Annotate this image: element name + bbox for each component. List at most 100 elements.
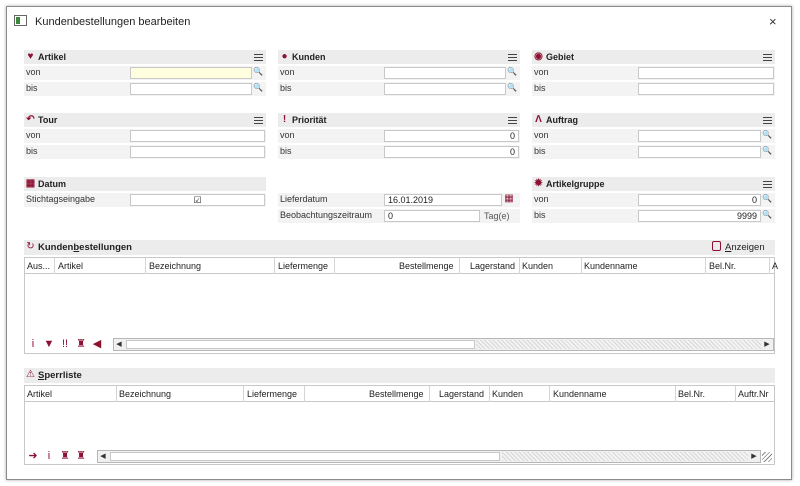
- column-header[interactable]: Lagerstand: [439, 389, 484, 399]
- column-header[interactable]: Aus...: [27, 261, 50, 271]
- lieferdatum-input[interactable]: 16.01.2019: [384, 194, 502, 206]
- prioritaet-von-input[interactable]: 0: [384, 130, 519, 142]
- sperrliste-columns: Artikel Bezeichnung Liefermenge Bestellm…: [25, 386, 774, 402]
- resize-grip-icon[interactable]: [762, 452, 772, 462]
- calendar-icon[interactable]: ▦: [504, 194, 514, 204]
- column-header[interactable]: Liefermenge: [247, 389, 297, 399]
- column-header[interactable]: Artikel: [58, 261, 83, 271]
- calendar-icon: ▦: [25, 178, 36, 189]
- priority-icon[interactable]: !!: [59, 338, 71, 351]
- tour-menu-icon[interactable]: [254, 115, 263, 124]
- gebiet-von-label: von: [534, 67, 549, 77]
- scroll-right-icon[interactable]: ▶: [762, 339, 772, 350]
- column-header[interactable]: Bestellmenge: [369, 389, 424, 399]
- warning-icon: ⚠: [26, 369, 35, 380]
- artikel-bis-label: bis: [26, 83, 38, 93]
- info-icon[interactable]: i: [27, 338, 39, 351]
- artikelgruppe-menu-icon[interactable]: [763, 179, 772, 188]
- prioritaet-bis-input[interactable]: 0: [384, 146, 519, 158]
- auftrag-menu-icon[interactable]: [763, 115, 772, 124]
- sperrliste-grid[interactable]: Artikel Bezeichnung Liefermenge Bestellm…: [24, 385, 775, 465]
- search-icon[interactable]: 🔍: [253, 83, 263, 93]
- scroll-left-icon[interactable]: ◀: [98, 451, 108, 462]
- gebiet-menu-icon[interactable]: [763, 52, 772, 61]
- forklift-icon[interactable]: ♜: [75, 450, 87, 463]
- search-icon[interactable]: 🔍: [253, 67, 263, 77]
- column-header[interactable]: Kundenname: [553, 389, 607, 399]
- arrow-right-icon[interactable]: ➜: [27, 450, 39, 463]
- filter-icon[interactable]: ▼: [43, 338, 55, 351]
- column-header[interactable]: Kunden: [522, 261, 553, 271]
- scroll-right-icon[interactable]: ▶: [749, 451, 759, 462]
- forklift-icon[interactable]: ♜: [75, 338, 87, 351]
- anzeigen-button[interactable]: Anzeigen: [712, 241, 765, 253]
- artikelgruppe-von-label: von: [534, 194, 549, 204]
- kunden-menu-icon[interactable]: [508, 52, 517, 61]
- search-icon[interactable]: 🔍: [762, 210, 772, 220]
- gebiet-von-input[interactable]: [638, 67, 774, 79]
- order-icon: Λ: [535, 114, 542, 125]
- tour-header: ↶ Tour: [24, 113, 266, 127]
- heart-icon: ♥: [27, 51, 34, 62]
- column-header[interactable]: Kundenname: [584, 261, 638, 271]
- artikel-menu-icon[interactable]: [254, 52, 263, 61]
- search-icon[interactable]: 🔍: [762, 194, 772, 204]
- column-header[interactable]: Artikel: [27, 389, 52, 399]
- scroll-track[interactable]: [476, 340, 761, 349]
- scroll-track[interactable]: [502, 452, 748, 461]
- column-header[interactable]: Liefermenge: [278, 261, 328, 271]
- refresh-icon[interactable]: ↻: [25, 241, 36, 252]
- column-header[interactable]: Bezeichnung: [119, 389, 171, 399]
- artikelgruppe-bis-label: bis: [534, 210, 546, 220]
- prioritaet-menu-icon[interactable]: [508, 115, 517, 124]
- kunden-von-row: von 🔍: [278, 66, 520, 80]
- auftrag-bis-input[interactable]: [638, 146, 761, 158]
- search-icon[interactable]: 🔍: [507, 83, 517, 93]
- search-icon[interactable]: 🔍: [507, 67, 517, 77]
- scroll-thumb[interactable]: [126, 340, 475, 349]
- column-header[interactable]: Auftr.Nr: [738, 389, 769, 399]
- beobachtung-input[interactable]: 0: [384, 210, 480, 222]
- search-icon[interactable]: 🔍: [762, 130, 772, 140]
- column-header[interactable]: Lagerstand: [470, 261, 515, 271]
- kundenbestellungen-grid[interactable]: Aus... Artikel Bezeichnung Liefermenge B…: [24, 257, 778, 354]
- stichtag-checkbox[interactable]: ☑: [130, 194, 265, 206]
- column-header[interactable]: Bezeichnung: [149, 261, 201, 271]
- column-header[interactable]: Bel.Nr.: [678, 389, 705, 399]
- close-button[interactable]: ×: [769, 14, 777, 29]
- kundenbestellungen-columns: Aus... Artikel Bezeichnung Liefermenge B…: [25, 258, 778, 274]
- scroll-left-icon[interactable]: ◀: [91, 338, 103, 351]
- kundenbestellungen-hscrollbar[interactable]: ◀ ▶: [113, 338, 774, 351]
- auftrag-von-input[interactable]: [638, 130, 761, 142]
- stichtag-label: Stichtagseingabe: [26, 194, 96, 204]
- search-icon[interactable]: 🔍: [762, 146, 772, 156]
- column-header[interactable]: A: [772, 261, 778, 271]
- gebiet-bis-input[interactable]: [638, 83, 774, 95]
- column-header[interactable]: Bel.Nr.: [709, 261, 736, 271]
- auftrag-bis-row: bis 🔍: [532, 145, 775, 159]
- sperrliste-hscrollbar[interactable]: ◀ ▶: [97, 450, 761, 463]
- app-icon: [14, 15, 27, 26]
- scroll-thumb[interactable]: [110, 452, 500, 461]
- artikel-title: Artikel: [38, 52, 67, 62]
- column-header[interactable]: Kunden: [492, 389, 523, 399]
- info-icon[interactable]: i: [43, 450, 55, 463]
- tour-von-input[interactable]: [130, 130, 265, 142]
- artikelgruppe-bis-input[interactable]: 9999: [638, 210, 761, 222]
- scroll-left-icon[interactable]: ◀: [114, 339, 124, 350]
- prioritaet-von-label: von: [280, 130, 295, 140]
- kunden-header: ● Kunden: [278, 50, 520, 64]
- artikelgruppe-von-input[interactable]: 0: [638, 194, 761, 206]
- kundenbestellungen-title: Kundenbestellungen: [38, 242, 132, 253]
- kunden-title: Kunden: [292, 52, 326, 62]
- kunden-bis-input[interactable]: [384, 83, 506, 95]
- tour-bis-input[interactable]: [130, 146, 265, 158]
- sperrliste-title: Sperrliste: [38, 370, 82, 381]
- forklift-icon[interactable]: ♜: [59, 450, 71, 463]
- artikel-von-input[interactable]: [130, 67, 252, 79]
- artikel-bis-input[interactable]: [130, 83, 252, 95]
- gebiet-bis-label: bis: [534, 83, 546, 93]
- auftrag-title: Auftrag: [546, 115, 578, 125]
- column-header[interactable]: Bestellmenge: [399, 261, 454, 271]
- kunden-von-input[interactable]: [384, 67, 506, 79]
